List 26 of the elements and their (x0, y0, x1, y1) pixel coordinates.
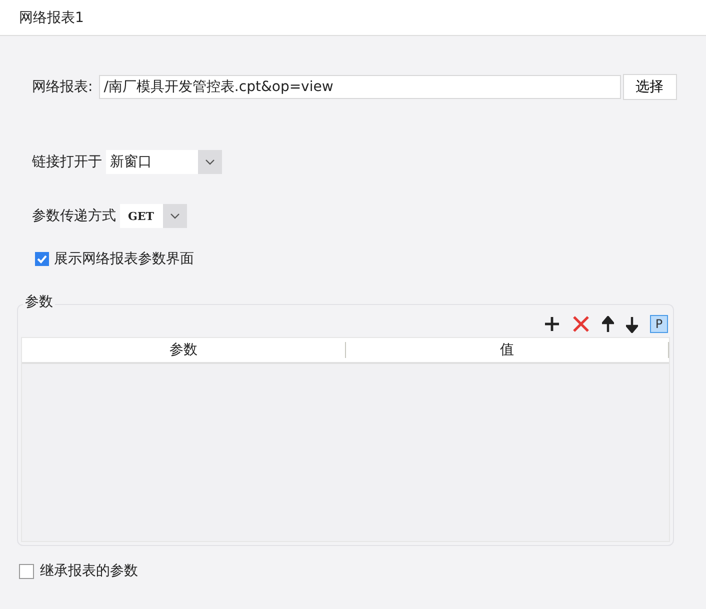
column-header: 参数 (22, 342, 346, 358)
delete-icon (572, 315, 590, 333)
checkbox[interactable] (35, 252, 49, 266)
window-title: 网络报表1 (19, 8, 84, 26)
chevron-down-icon (205, 159, 215, 165)
checkbox-label: 继承报表的参数 (40, 562, 138, 580)
checkbox[interactable] (19, 564, 34, 578)
delete-button[interactable] (572, 315, 590, 333)
parameter-button[interactable]: P (650, 315, 668, 333)
field-label: 网络报表: (32, 78, 93, 96)
open-in-dropdown[interactable]: 新窗口 (106, 150, 222, 174)
arrow-up-icon (602, 316, 614, 332)
up-button[interactable] (602, 316, 614, 332)
add-icon (544, 316, 560, 332)
down-button[interactable] (626, 316, 638, 332)
field-label: 参数传递方式 (32, 207, 116, 225)
field-label: 链接打开于 (32, 153, 102, 171)
method-dropdown[interactable]: GET (120, 204, 187, 228)
checkbox-label: 展示网络报表参数界面 (54, 250, 194, 268)
arrow-down-icon (626, 316, 638, 332)
select-button[interactable]: 选择 (622, 74, 677, 100)
group-title: 参数 (23, 293, 55, 311)
report-path-field[interactable]: /南厂模具开发管控表.cpt&op=view (98, 75, 621, 99)
column-header: 值 (346, 342, 669, 358)
chevron-down-icon (170, 213, 180, 219)
add-button[interactable] (544, 316, 560, 332)
